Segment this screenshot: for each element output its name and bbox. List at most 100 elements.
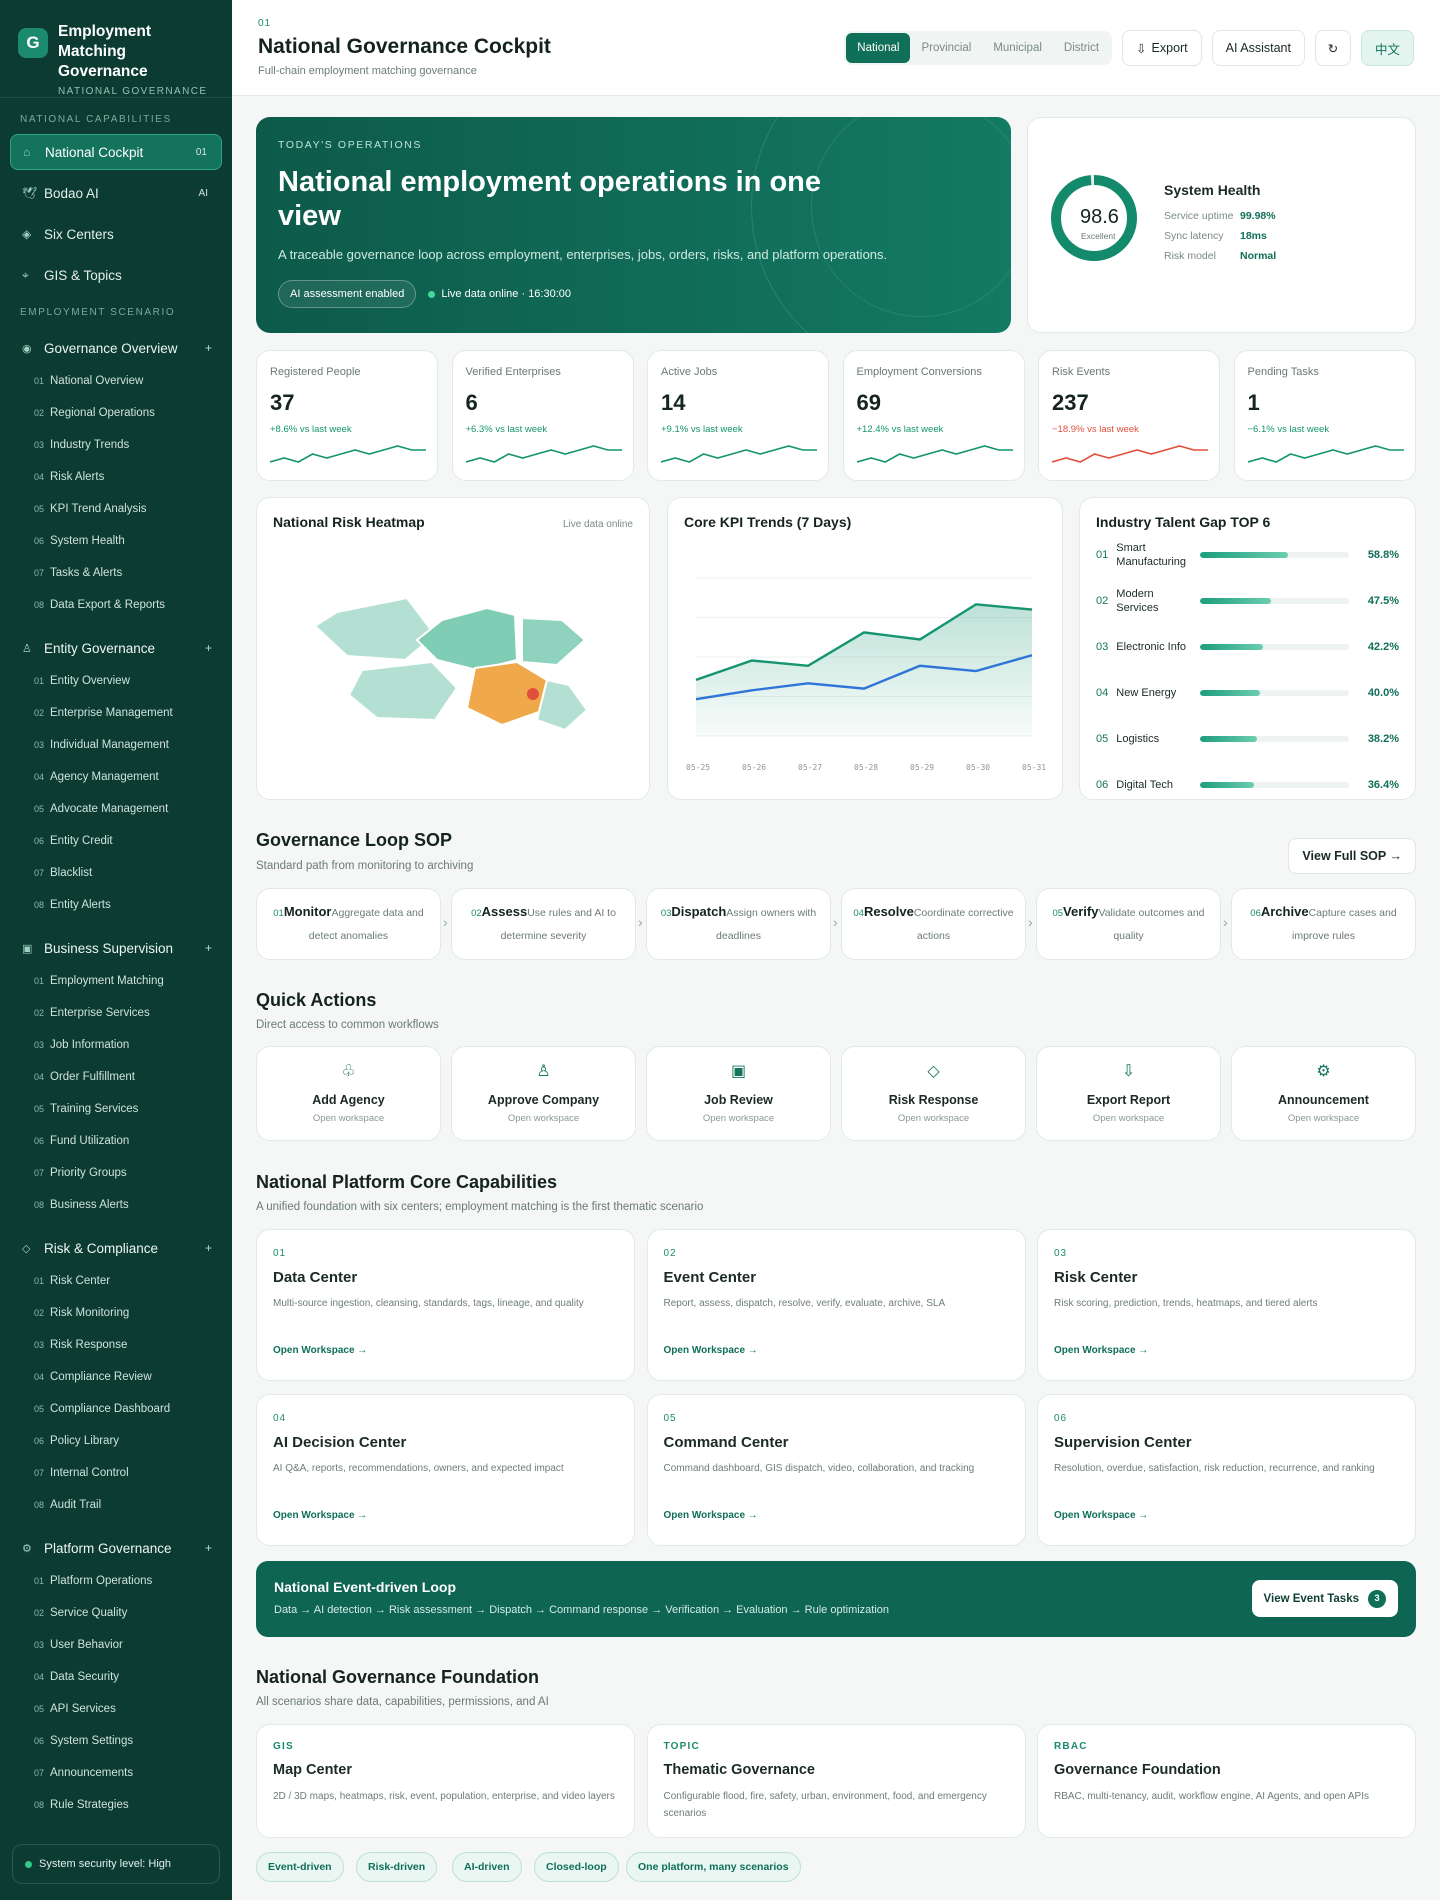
sub-nav-item[interactable]: 02 Risk Monitoring (0, 1297, 232, 1329)
capability-number: 02 (663, 1248, 677, 1259)
open-workspace-link[interactable]: Open Workspace → (1054, 1345, 1148, 1356)
kpi-delta: +12.4% vs last week (856, 424, 944, 435)
sub-nav-item[interactable]: 03 Individual Management (0, 729, 232, 761)
sub-nav-item[interactable]: 02 Regional Operations (0, 397, 232, 429)
sub-nav-item[interactable]: 05 API Services (0, 1693, 232, 1725)
sub-nav-item[interactable]: 06 Fund Utilization (0, 1125, 232, 1157)
gap-bar (1199, 782, 1350, 788)
principle-tag[interactable]: Risk-driven (356, 1852, 438, 1882)
sub-nav-item[interactable]: 03 Risk Response (0, 1329, 232, 1361)
quick-action-add-agency[interactable]: ♧ Add Agency Open workspace (256, 1046, 441, 1141)
sop-step[interactable]: 02AssessUse rules and AI to determine se… (451, 888, 636, 960)
sub-nav-item[interactable]: 05 KPI Trend Analysis (0, 493, 232, 525)
open-workspace-link[interactable]: Open Workspace → (273, 1510, 367, 1521)
sub-nav-item[interactable]: 07 Tasks & Alerts (0, 557, 232, 589)
sub-nav-item[interactable]: 05 Advocate Management (0, 793, 232, 825)
sub-nav-item[interactable]: 01 Employment Matching (0, 965, 232, 997)
language-button[interactable]: 中文 (1360, 30, 1414, 66)
principle-tag[interactable]: One platform, many scenarios (626, 1852, 801, 1882)
quick-action-approve-company[interactable]: ♙ Approve Company Open workspace (451, 1046, 636, 1141)
quick-action-export-report[interactable]: ⇩ Export Report Open workspace (1036, 1046, 1221, 1141)
view-full-sop-button[interactable]: View Full SOP → (1288, 838, 1416, 874)
nav-group-entity-governance[interactable]: ♙ Entity Governance + (0, 631, 232, 665)
event-tasks-label: View Event Tasks (1263, 1592, 1359, 1605)
sub-nav-item[interactable]: 08 Audit Trail (0, 1489, 232, 1521)
sub-nav-item[interactable]: 02 Enterprise Management (0, 697, 232, 729)
sub-nav-item[interactable]: 07 Blacklist (0, 857, 232, 889)
risk-hotspot-marker[interactable] (527, 688, 539, 700)
scope-district[interactable]: District (1053, 33, 1110, 63)
sub-nav-item[interactable]: 08 Data Export & Reports (0, 589, 232, 621)
kpi-sparkline (856, 445, 1013, 463)
principle-tag[interactable]: Event-driven (256, 1852, 344, 1882)
sop-step[interactable]: 06ArchiveCapture cases and improve rules (1231, 888, 1416, 960)
sub-nav-item[interactable]: 07 Internal Control (0, 1457, 232, 1489)
sub-nav-item[interactable]: 02 Service Quality (0, 1597, 232, 1629)
sub-nav-item[interactable]: 06 Entity Credit (0, 825, 232, 857)
region-southeast[interactable] (535, 678, 589, 732)
sub-nav-item[interactable]: 01 Platform Operations (0, 1565, 232, 1597)
sub-nav-item[interactable]: 05 Compliance Dashboard (0, 1393, 232, 1425)
export-button[interactable]: ⇩ Export (1122, 30, 1202, 66)
sidebar-item-bodao-ai[interactable]: 🕊 Bodao AI AI (10, 175, 222, 211)
ai-assistant-button[interactable]: AI Assistant (1211, 30, 1305, 66)
brand-logo: G (18, 28, 48, 58)
sub-nav-item[interactable]: 03 User Behavior (0, 1629, 232, 1661)
region-northwest[interactable] (313, 596, 437, 662)
nav-group-business-supervision[interactable]: ▣ Business Supervision + (0, 931, 232, 965)
sidebar-item-gis-topics[interactable]: ⌖ GIS & Topics (10, 257, 222, 293)
sub-nav-item[interactable]: 06 System Health (0, 525, 232, 557)
sub-nav-item[interactable]: 04 Compliance Review (0, 1361, 232, 1393)
sub-nav-item[interactable]: 06 System Settings (0, 1725, 232, 1757)
sub-nav-item[interactable]: 06 Policy Library (0, 1425, 232, 1457)
sub-nav-item[interactable]: 07 Priority Groups (0, 1157, 232, 1189)
sub-nav-item[interactable]: 01 Risk Center (0, 1265, 232, 1297)
sop-step[interactable]: 03DispatchAssign owners with deadlines (646, 888, 831, 960)
sidebar-item-six-centers[interactable]: ◈ Six Centers (10, 216, 222, 252)
sop-step[interactable]: 04ResolveCoordinate corrective actions (841, 888, 1026, 960)
sub-nav-item[interactable]: 01 National Overview (0, 365, 232, 397)
open-workspace-link[interactable]: Open Workspace → (664, 1345, 758, 1356)
open-workspace-link[interactable]: Open Workspace → (273, 1345, 367, 1356)
capability-card: 05 Command Center Command dashboard, GIS d… (646, 1394, 1026, 1546)
scope-provincial[interactable]: Provincial (910, 33, 982, 63)
foundation-title: Map Center (273, 1762, 352, 1778)
principle-tag[interactable]: AI-driven (452, 1852, 522, 1882)
sub-nav-item[interactable]: 08 Business Alerts (0, 1189, 232, 1221)
region-northeast[interactable] (521, 616, 587, 667)
nav-group-governance-overview[interactable]: ◉ Governance Overview + (0, 331, 232, 365)
sidebar-item-label: Bodao AI (44, 185, 99, 201)
quick-action-title: Approve Company (487, 1093, 600, 1107)
quick-action-announcement[interactable]: ⚙ Announcement Open workspace (1231, 1046, 1416, 1141)
principle-tag[interactable]: Closed-loop (534, 1852, 619, 1882)
scope-national[interactable]: National (846, 33, 911, 63)
sub-nav-item[interactable]: 04 Order Fulfillment (0, 1061, 232, 1093)
sop-subtitle: Standard path from monitoring to archivi… (256, 860, 474, 872)
sub-nav-item[interactable]: 08 Entity Alerts (0, 889, 232, 921)
sub-nav-item[interactable]: 07 Announcements (0, 1757, 232, 1789)
quick-action-risk-response[interactable]: ◇ Risk Response Open workspace (841, 1046, 1026, 1141)
sub-nav-item[interactable]: 04 Risk Alerts (0, 461, 232, 493)
scope-municipal[interactable]: Municipal (982, 33, 1053, 63)
nav-group-risk-compliance[interactable]: ◇ Risk & Compliance + (0, 1231, 232, 1265)
nav-group-platform-governance[interactable]: ⚙ Platform Governance + (0, 1531, 232, 1565)
open-workspace-link[interactable]: Open Workspace → (1054, 1510, 1148, 1521)
quick-action-job-review[interactable]: ▣ Job Review Open workspace (646, 1046, 831, 1141)
sub-nav-item[interactable]: 03 Job Information (0, 1029, 232, 1061)
sub-nav-item[interactable]: 03 Industry Trends (0, 429, 232, 461)
sop-step[interactable]: 05VerifyValidate outcomes and quality (1036, 888, 1221, 960)
sub-nav-item[interactable]: 02 Enterprise Services (0, 997, 232, 1029)
open-workspace-link[interactable]: Open Workspace → (664, 1510, 758, 1521)
sub-nav-index: 07 (34, 568, 45, 578)
sop-step[interactable]: 01MonitorAggregate data and detect anoma… (256, 888, 441, 960)
region-north[interactable] (415, 606, 519, 672)
refresh-button[interactable]: ↻ (1314, 30, 1351, 66)
sidebar-item-national-cockpit[interactable]: ⌂ National Cockpit 01 (10, 134, 222, 170)
region-southwest[interactable] (347, 660, 459, 722)
sub-nav-item[interactable]: 05 Training Services (0, 1093, 232, 1125)
sub-nav-item[interactable]: 04 Data Security (0, 1661, 232, 1693)
view-event-tasks-button[interactable]: View Event Tasks 3 (1251, 1580, 1398, 1617)
sub-nav-item[interactable]: 01 Entity Overview (0, 665, 232, 697)
sub-nav-item[interactable]: 04 Agency Management (0, 761, 232, 793)
sub-nav-item[interactable]: 08 Rule Strategies (0, 1789, 232, 1821)
